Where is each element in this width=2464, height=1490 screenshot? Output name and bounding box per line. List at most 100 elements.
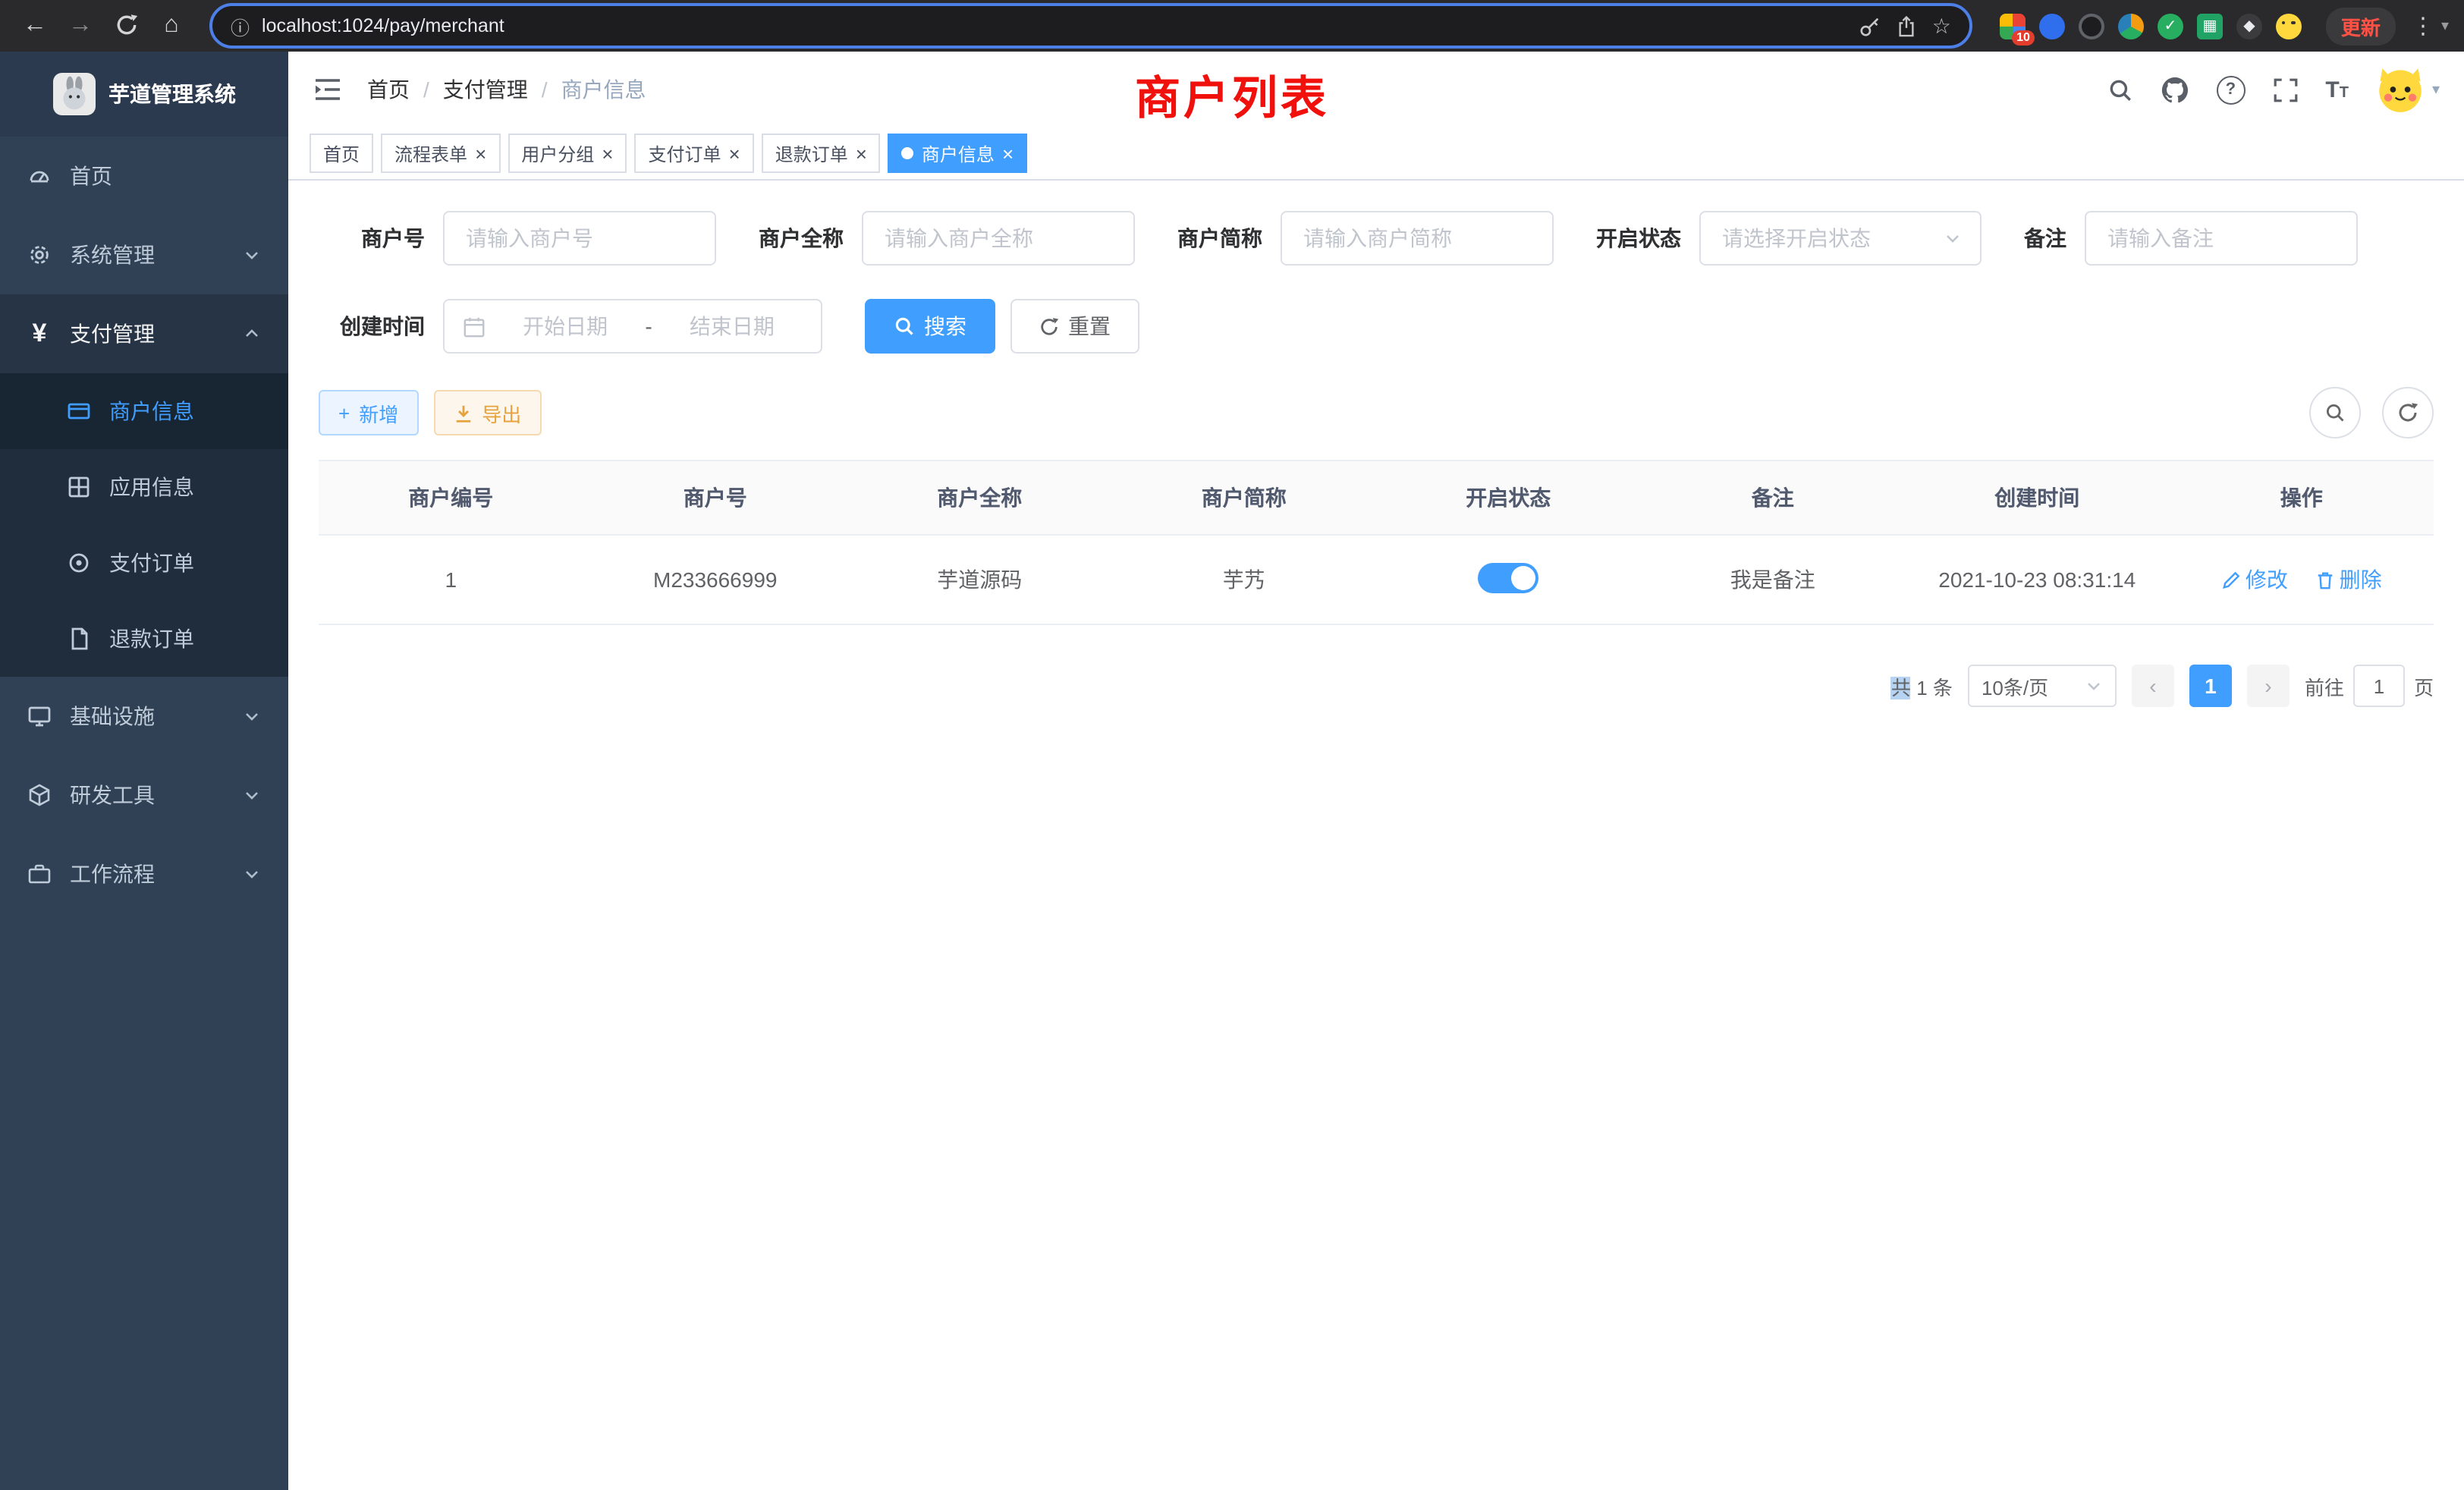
close-icon[interactable]: × — [475, 143, 486, 163]
prev-page-button[interactable]: ‹ — [2132, 665, 2174, 707]
share-icon[interactable] — [1897, 14, 1917, 37]
table-row: 1 M233666999 芋道源码 芋艿 我是备注 2021-10-23 08:… — [319, 535, 2434, 624]
browser-menu-icon[interactable]: ⋮ — [2411, 12, 2435, 39]
merchant-no-input-field[interactable] — [463, 225, 696, 252]
field-label: 商户简称 — [1177, 223, 1262, 253]
sidebar-item-system[interactable]: 系统管理 — [0, 215, 288, 294]
merchant-short-input[interactable] — [1281, 211, 1554, 266]
cell-create-time: 2021-10-23 08:31:14 — [1905, 535, 2170, 624]
browser-refresh-button[interactable] — [106, 6, 146, 46]
extension-pin-icon[interactable]: ◆ — [2236, 13, 2262, 39]
plus-icon: + — [338, 401, 350, 424]
url-bar[interactable]: ⓘ localhost:1024/pay/merchant ☆ — [209, 3, 1972, 49]
filter-merchant-name: 商户全称 — [759, 211, 1135, 266]
remark-input-field[interactable] — [2104, 225, 2338, 252]
date-range-picker[interactable]: 开始日期 - 结束日期 — [443, 299, 822, 354]
edit-pencil-icon — [2221, 570, 2241, 589]
browser-caret-icon: ▾ — [2441, 17, 2449, 34]
browser-forward-button[interactable]: → — [61, 6, 100, 46]
edit-button-label: 修改 — [2246, 564, 2288, 595]
sidebar-item-app-info[interactable]: 应用信息 — [0, 449, 288, 525]
tab-home[interactable]: 首页 — [310, 134, 373, 173]
extension-grid-icon[interactable]: 10 — [2000, 13, 2026, 39]
password-key-icon[interactable] — [1859, 14, 1882, 37]
reset-button[interactable]: 重置 — [1010, 299, 1139, 354]
page-size-value: 10条/页 — [1982, 671, 2048, 700]
tab-refund-order[interactable]: 退款订单 × — [762, 134, 881, 173]
next-page-button[interactable]: › — [2247, 665, 2290, 707]
bookmark-star-icon[interactable]: ☆ — [1932, 13, 1951, 39]
avatar[interactable] — [2376, 65, 2425, 114]
table-toolbar: + 新增 导出 — [319, 387, 2434, 439]
add-button[interactable]: + 新增 — [319, 390, 418, 435]
search-icon — [2324, 402, 2346, 423]
extension-sheet-icon[interactable]: ▦ — [2197, 13, 2223, 39]
extension-color-icon[interactable] — [2118, 13, 2144, 39]
browser-profile-avatar[interactable] — [2276, 13, 2302, 39]
breadcrumb-separator: / — [423, 77, 429, 102]
url-text[interactable]: localhost:1024/pay/merchant — [262, 15, 1847, 36]
toggle-search-button[interactable] — [2309, 387, 2361, 439]
delete-button[interactable]: 删除 — [2315, 564, 2382, 595]
breadcrumb-separator: / — [542, 77, 548, 102]
tab-user-group[interactable]: 用户分组 × — [508, 134, 627, 173]
sidebar-item-infra[interactable]: 基础设施 — [0, 677, 288, 756]
remark-input[interactable] — [2085, 211, 2358, 266]
export-button[interactable]: 导出 — [433, 390, 541, 435]
app-logo: 芋道管理系统 — [0, 52, 288, 137]
end-date-placeholder[interactable]: 结束日期 — [662, 311, 803, 341]
close-icon[interactable]: × — [602, 143, 613, 163]
fullscreen-icon[interactable] — [2272, 77, 2298, 102]
site-info-icon[interactable]: ⓘ — [231, 11, 250, 40]
sidebar-item-label: 首页 — [70, 161, 261, 191]
browser-back-button[interactable]: ← — [15, 6, 55, 46]
extension-dark-icon[interactable] — [2079, 13, 2104, 39]
tab-merchant-info[interactable]: 商户信息 × — [888, 134, 1027, 173]
page-1-button[interactable]: 1 — [2189, 665, 2232, 707]
edit-button[interactable]: 修改 — [2221, 564, 2288, 595]
merchant-name-input[interactable] — [862, 211, 1135, 266]
sidebar-item-pay-order[interactable]: 支付订单 — [0, 525, 288, 601]
search-button-label: 搜索 — [924, 311, 966, 341]
help-icon[interactable]: ? — [2216, 75, 2245, 104]
chevron-down-icon — [243, 246, 261, 264]
sidebar-item-refund-order[interactable]: 退款订单 — [0, 601, 288, 677]
github-icon[interactable] — [2160, 75, 2189, 104]
merchant-no-input[interactable] — [443, 211, 716, 266]
user-menu[interactable]: ▾ — [2376, 65, 2440, 114]
breadcrumb-payment[interactable]: 支付管理 — [443, 74, 528, 105]
sidebar-item-payment[interactable]: ¥ 支付管理 — [0, 294, 288, 373]
sidebar-item-workflow[interactable]: 工作流程 — [0, 835, 288, 913]
grid-icon — [67, 475, 91, 499]
tab-pay-order[interactable]: 支付订单 × — [634, 134, 753, 173]
page-size-select[interactable]: 10条/页 — [1968, 665, 2117, 707]
sidebar-item-dev-tools[interactable]: 研发工具 — [0, 756, 288, 835]
browser-home-button[interactable]: ⌂ — [152, 6, 191, 46]
search-icon[interactable] — [2107, 77, 2132, 102]
close-icon[interactable]: × — [856, 143, 867, 163]
status-select-field[interactable] — [1719, 225, 1938, 252]
extension-check-icon[interactable]: ✓ — [2158, 13, 2183, 39]
tab-label: 支付订单 — [648, 140, 721, 166]
close-icon[interactable]: × — [729, 143, 740, 163]
sidebar-item-merchant-info[interactable]: 商户信息 — [0, 373, 288, 449]
font-size-icon[interactable]: TT — [2325, 77, 2349, 102]
merchant-short-input-field[interactable] — [1300, 225, 1534, 252]
browser-extensions: 10 ✓ ▦ ◆ — [2000, 13, 2302, 39]
refresh-table-button[interactable] — [2382, 387, 2434, 439]
start-date-placeholder[interactable]: 开始日期 — [495, 311, 636, 341]
merchant-name-input-field[interactable] — [882, 225, 1115, 252]
browser-update-button[interactable]: 更新 — [2326, 7, 2396, 45]
tab-process-form[interactable]: 流程表单 × — [381, 134, 500, 173]
search-button[interactable]: 搜索 — [865, 299, 995, 354]
goto-page-input[interactable] — [2353, 665, 2405, 707]
sidebar-item-label: 系统管理 — [70, 240, 225, 270]
close-icon[interactable]: × — [1002, 143, 1014, 163]
sidebar-item-home[interactable]: 首页 — [0, 137, 288, 215]
sidebar: 芋道管理系统 首页 系统管理 ¥ 支付管理 — [0, 52, 288, 1490]
status-select[interactable] — [1699, 211, 1982, 266]
status-toggle[interactable] — [1478, 562, 1538, 593]
breadcrumb-home[interactable]: 首页 — [367, 74, 410, 105]
sidebar-collapse-button[interactable] — [313, 76, 343, 103]
extension-blue-icon[interactable] — [2039, 13, 2065, 39]
